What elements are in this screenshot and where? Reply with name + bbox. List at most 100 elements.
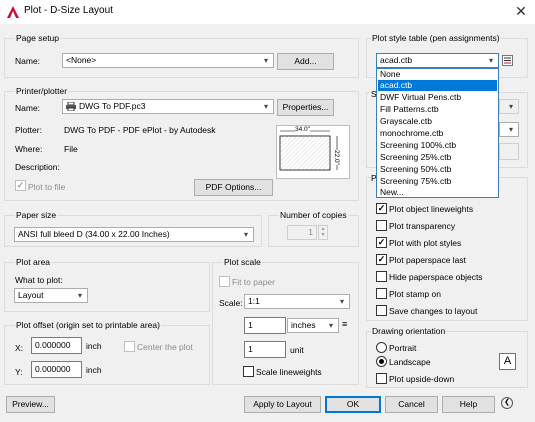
- paper-size-select[interactable]: ANSI full bleed D (34.00 x 22.00 Inches)…: [14, 227, 254, 242]
- quality-select[interactable]: ▾: [499, 122, 519, 137]
- shade-plot-select[interactable]: ▾: [499, 99, 519, 114]
- autocad-logo-icon: [7, 6, 19, 18]
- scale-select[interactable]: 1:1 ▾: [244, 294, 350, 309]
- orientation-preview-icon: A: [499, 353, 516, 370]
- what-to-plot-select[interactable]: Layout ▾: [14, 288, 88, 303]
- plot-style-option[interactable]: monochrome.ctb: [378, 128, 497, 139]
- offset-x-unit: inch: [86, 341, 102, 351]
- copies-stepper[interactable]: ▲ ▼: [318, 225, 328, 240]
- preview-button[interactable]: Preview...: [6, 396, 55, 413]
- plot-style-title: Plot style table (pen assignments): [371, 33, 501, 43]
- plot-stamp-on-label: Plot stamp on: [389, 289, 441, 299]
- printer-plotter-title: Printer/plotter: [15, 86, 69, 96]
- plotter-label: Plotter:: [15, 125, 42, 135]
- plot-style-option[interactable]: Screening 25%.ctb: [378, 152, 497, 163]
- where-label: Where:: [15, 144, 43, 154]
- offset-x-input[interactable]: 0.000000: [31, 337, 82, 354]
- chevron-down-icon: ▾: [339, 297, 344, 306]
- pdf-options-button[interactable]: PDF Options...: [194, 179, 273, 196]
- landscape-radio[interactable]: [376, 356, 387, 367]
- plot-style-option[interactable]: Screening 50%.ctb: [378, 164, 497, 175]
- plot-to-file-checkbox[interactable]: ✓: [15, 180, 26, 191]
- plot-style-option[interactable]: Grayscale.ctb: [378, 116, 497, 127]
- landscape-label: Landscape: [389, 357, 431, 367]
- plot-object-lineweights-label: Plot object lineweights: [389, 204, 474, 214]
- scale-lineweights-label: Scale lineweights: [256, 367, 322, 377]
- portrait-label: Portrait: [389, 343, 417, 353]
- chevron-down-icon: ▾: [263, 56, 268, 65]
- plot-scale-title: Plot scale: [223, 257, 262, 267]
- scale-units-select[interactable]: inches ▾: [287, 318, 339, 333]
- plot-area-title: Plot area: [15, 257, 52, 267]
- ok-button[interactable]: OK: [325, 396, 381, 413]
- portrait-radio[interactable]: [376, 342, 387, 353]
- properties-button[interactable]: Properties...: [277, 99, 334, 116]
- add-page-setup-button[interactable]: Add...: [277, 53, 334, 70]
- collapse-options-icon[interactable]: ❮: [501, 397, 513, 409]
- plot-style-dropdown-list[interactable]: None acad.ctb DWF Virtual Pens.ctb Fill …: [376, 68, 499, 198]
- plot-transparency-label: Plot transparency: [389, 221, 456, 231]
- what-to-plot-label: What to plot:: [15, 275, 63, 285]
- plot-style-option[interactable]: DWF Virtual Pens.ctb: [378, 92, 497, 103]
- preview-width-label: 34.0": [295, 126, 310, 133]
- center-plot-label: Center the plot: [137, 342, 193, 352]
- scale-unit-input[interactable]: 1: [244, 341, 286, 358]
- chevron-down-icon: ▾: [488, 56, 493, 65]
- window-title: Plot - D-Size Layout: [24, 5, 113, 16]
- scale-lineweights-checkbox[interactable]: [243, 366, 254, 377]
- plot-style-option[interactable]: Screening 100%.ctb: [378, 140, 497, 151]
- fit-to-paper-checkbox[interactable]: [219, 276, 230, 287]
- chevron-down-icon: ▾: [77, 291, 82, 300]
- scale-label: Scale:: [219, 298, 243, 308]
- page-setup-name-label: Name:: [15, 56, 41, 66]
- plot-stamp-on-checkbox[interactable]: [376, 288, 387, 299]
- offset-y-input[interactable]: 0.000000: [31, 361, 82, 378]
- plot-paperspace-last-checkbox[interactable]: ✓: [376, 254, 387, 265]
- copies-title: Number of copies: [279, 210, 348, 220]
- printer-icon: [66, 102, 76, 111]
- dpi-input[interactable]: [499, 143, 519, 160]
- paper-preview: 34.0" 22.0": [276, 125, 350, 179]
- plot-object-lineweights-checkbox[interactable]: ✓: [376, 203, 387, 214]
- scale-unit-label: unit: [290, 345, 304, 355]
- printer-name-label: Name:: [15, 103, 41, 113]
- copies-input[interactable]: 1: [287, 225, 317, 240]
- edit-plot-style-icon[interactable]: [502, 55, 513, 66]
- offset-y-label: Y:: [15, 367, 23, 377]
- plot-style-option[interactable]: Screening 75%.ctb: [378, 176, 497, 187]
- help-button[interactable]: Help: [442, 396, 495, 413]
- page-setup-title: Page setup: [15, 33, 61, 43]
- plot-area-group: Plot area: [4, 257, 210, 312]
- center-plot-checkbox[interactable]: [124, 341, 135, 352]
- plot-paperspace-last-label: Plot paperspace last: [389, 255, 467, 265]
- plot-style-option-new[interactable]: New...: [378, 187, 497, 198]
- plotter-value: DWG To PDF - PDF ePlot - by Autodesk: [64, 125, 216, 135]
- save-changes-label: Save changes to layout: [389, 306, 478, 316]
- plot-to-file-label: Plot to file: [28, 182, 66, 192]
- plot-style-option[interactable]: Fill Patterns.ctb: [378, 104, 497, 115]
- plot-style-select[interactable]: acad.ctb ▾: [376, 53, 499, 68]
- plot-transparency-checkbox[interactable]: [376, 220, 387, 231]
- scale-inches-input[interactable]: 1: [244, 317, 286, 334]
- plot-style-option[interactable]: None: [378, 69, 497, 80]
- chevron-down-icon: ▾: [328, 321, 333, 330]
- chevron-down-icon: ▾: [263, 102, 268, 111]
- plot-style-option-selected[interactable]: acad.ctb: [378, 80, 497, 91]
- offset-x-label: X:: [15, 343, 24, 353]
- offset-y-unit: inch: [86, 365, 102, 375]
- orientation-title: Drawing orientation: [371, 326, 447, 336]
- close-icon[interactable]: ✕: [512, 2, 530, 20]
- printer-name-select[interactable]: DWG To PDF.pc3 ▾: [62, 99, 274, 114]
- description-label: Description:: [15, 162, 60, 172]
- hide-paperspace-objects-checkbox[interactable]: [376, 271, 387, 282]
- fit-to-paper-label: Fit to paper: [232, 277, 275, 287]
- hide-paperspace-objects-label: Hide paperspace objects: [389, 272, 483, 282]
- plot-with-plot-styles-checkbox[interactable]: ✓: [376, 237, 387, 248]
- cancel-button[interactable]: Cancel: [385, 396, 438, 413]
- apply-to-layout-button[interactable]: Apply to Layout: [244, 396, 321, 413]
- save-changes-checkbox[interactable]: [376, 305, 387, 316]
- plot-upside-down-label: Plot upside-down: [389, 374, 455, 384]
- page-setup-name-select[interactable]: <None> ▾: [62, 53, 274, 68]
- plot-with-plot-styles-label: Plot with plot styles: [389, 238, 462, 248]
- plot-upside-down-checkbox[interactable]: [376, 373, 387, 384]
